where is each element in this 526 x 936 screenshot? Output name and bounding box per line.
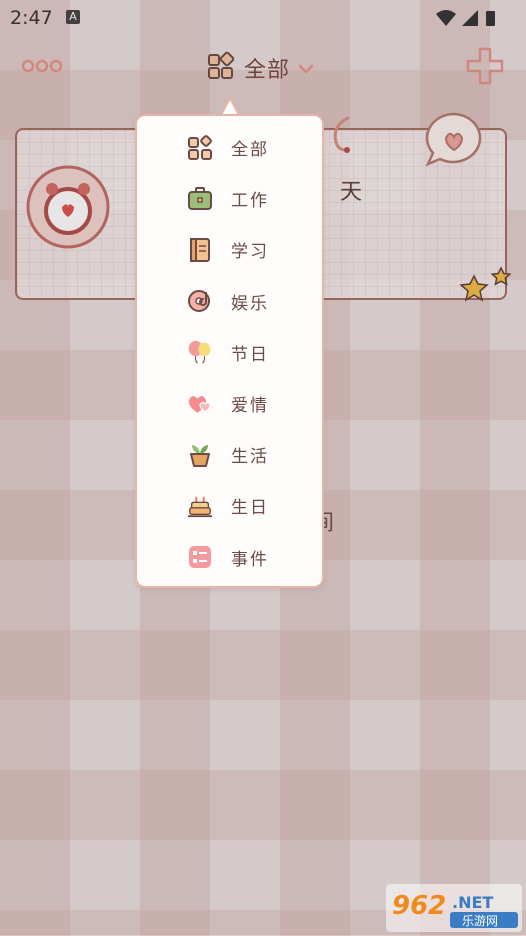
menu-item-label: 学习: [231, 242, 269, 263]
event-card-icon: [187, 544, 213, 570]
music-disc-icon: [187, 288, 213, 314]
menu-item-label: 工作: [231, 191, 269, 212]
menu-item-study[interactable]: 学习: [137, 224, 322, 275]
hearts-icon: [187, 391, 213, 417]
menu-item-label: 生活: [231, 447, 269, 468]
svg-text:乐游网: 乐游网: [462, 914, 498, 928]
menu-item-label: 娱乐: [231, 293, 269, 314]
menu-item-label: 生日: [231, 498, 269, 519]
menu-item-holiday[interactable]: 节日: [137, 327, 322, 378]
notebook-icon: [187, 237, 213, 263]
grid-icon: [187, 134, 213, 161]
menu-item-work[interactable]: 工作: [137, 173, 322, 224]
site-watermark-logo: 962 .NET 乐游网: [386, 884, 522, 932]
menu-item-label: 事件: [231, 549, 269, 570]
menu-item-label: 爱情: [231, 396, 269, 417]
menu-item-life[interactable]: 生活: [137, 429, 322, 480]
menu-item-love[interactable]: 爱情: [137, 378, 322, 429]
menu-item-all[interactable]: 全部: [137, 122, 322, 173]
menu-item-entertainment[interactable]: 娱乐: [137, 276, 322, 327]
menu-item-birthday[interactable]: 生日: [137, 480, 322, 531]
menu-item-label: 节日: [231, 344, 269, 365]
svg-text:.NET: .NET: [452, 893, 493, 912]
briefcase-icon: [187, 186, 213, 212]
menu-item-label: 全部: [231, 140, 269, 161]
birthday-cake-icon: [187, 493, 213, 519]
category-menu: 全部 工作 学习 娱乐 节日 爱情 生活 生日 事件: [135, 114, 324, 588]
balloons-icon: [187, 339, 213, 365]
menu-item-event[interactable]: 事件: [137, 532, 322, 583]
svg-text:962: 962: [392, 891, 446, 921]
plant-pot-icon: [187, 442, 213, 468]
